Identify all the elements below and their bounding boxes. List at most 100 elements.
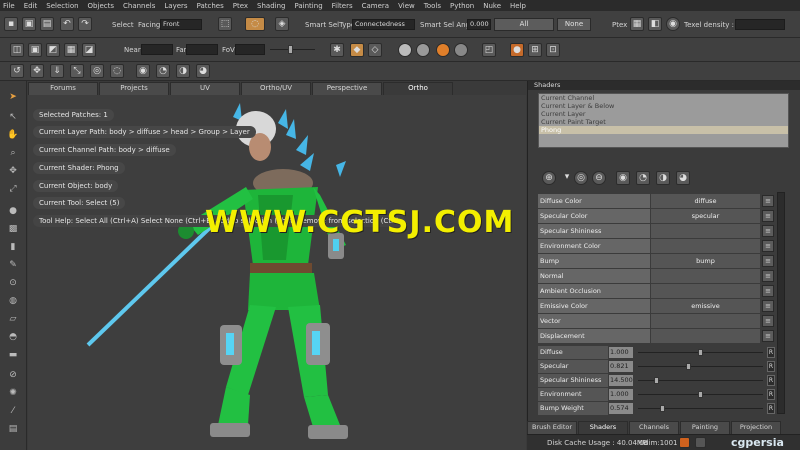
hide-selected-icon[interactable]: ◑ xyxy=(176,64,190,78)
param-slider-handle[interactable] xyxy=(653,377,659,384)
pin-icon[interactable]: ✎ xyxy=(6,259,20,273)
move-icon[interactable]: ✥ xyxy=(30,64,44,78)
channel-value[interactable]: emissive xyxy=(651,299,760,313)
orbit-icon[interactable]: ◎ xyxy=(90,64,104,78)
param-value[interactable]: 1.000 xyxy=(609,347,633,358)
fov-slider-handle[interactable] xyxy=(288,45,293,54)
facing-dropdown[interactable]: Front xyxy=(160,19,202,30)
fov-input[interactable] xyxy=(235,44,265,55)
tab-ortho[interactable]: Ortho xyxy=(383,82,453,95)
shader-list-item-selected[interactable]: Phong xyxy=(539,126,788,134)
measure-icon[interactable]: ▤ xyxy=(6,423,20,437)
menu-item-camera[interactable]: Camera xyxy=(362,2,389,10)
blur-icon[interactable]: ◍ xyxy=(6,295,20,309)
tab-brush-editor[interactable]: Brush Editor xyxy=(527,421,577,434)
menu-item-edit[interactable]: Edit xyxy=(24,2,38,10)
ptex-toggle-icon[interactable]: ◧ xyxy=(648,17,662,31)
tab-uv[interactable]: UV xyxy=(170,82,240,95)
select-arrow-icon[interactable]: ➤ xyxy=(6,91,20,105)
grid-view-icon[interactable]: ⊞ xyxy=(528,43,542,57)
lasso-select-icon[interactable]: ◌ xyxy=(245,17,265,31)
rotate-icon[interactable]: ↺ xyxy=(10,64,24,78)
channel-menu-icon[interactable]: ≡ xyxy=(762,210,774,222)
snap-icon[interactable]: ⊡ xyxy=(546,43,560,57)
stamp-icon[interactable]: ⊘ xyxy=(6,369,20,383)
smooth-shading-icon[interactable] xyxy=(416,43,430,57)
paint-brush-icon[interactable]: ● xyxy=(6,205,20,219)
lit-shading-icon[interactable] xyxy=(454,43,468,57)
menu-item-patches[interactable]: Patches xyxy=(197,2,224,10)
far-input[interactable] xyxy=(186,44,218,55)
viewport[interactable]: Selected Patches: 1 Current Layer Path: … xyxy=(28,95,526,450)
tab-forums[interactable]: Forums xyxy=(28,82,98,95)
shader-hide-icon[interactable]: ◔ xyxy=(636,171,650,185)
tab-projection[interactable]: Projection xyxy=(731,421,781,434)
channel-menu-icon[interactable]: ≡ xyxy=(762,270,774,282)
near-input[interactable] xyxy=(141,44,173,55)
duplicate-shader-icon[interactable]: ◎ xyxy=(574,171,588,185)
menu-item-layers[interactable]: Layers xyxy=(164,2,187,10)
clone-icon[interactable]: ▮ xyxy=(6,241,20,255)
smart-seltype-dropdown[interactable]: Connectedness xyxy=(352,19,415,30)
param-reset-button[interactable]: R xyxy=(767,389,775,400)
warning-icon[interactable] xyxy=(679,437,690,448)
channel-menu-icon[interactable]: ≡ xyxy=(762,195,774,207)
remove-shader-icon[interactable]: ⊖ xyxy=(592,171,606,185)
camera-icon[interactable]: ◫ xyxy=(10,43,24,57)
shader-list-item[interactable]: Current Paint Target xyxy=(539,118,788,126)
channel-menu-icon[interactable]: ≡ xyxy=(762,285,774,297)
menu-item-view[interactable]: View xyxy=(398,2,415,10)
notification-icon[interactable] xyxy=(695,437,706,448)
param-slider-handle[interactable] xyxy=(660,405,665,412)
param-reset-button[interactable]: R xyxy=(767,403,775,414)
tab-shaders[interactable]: Shaders xyxy=(578,421,628,434)
hand-icon[interactable]: ✋ xyxy=(6,129,20,143)
select-all-button[interactable]: All xyxy=(494,18,554,31)
lighting-icon[interactable]: ✱ xyxy=(330,43,344,57)
save-file-icon[interactable]: ▤ xyxy=(40,17,54,31)
channel-value[interactable] xyxy=(651,329,760,343)
shader-list-item[interactable]: Current Layer xyxy=(539,110,788,118)
zoom-icon[interactable]: ⌕ xyxy=(6,147,20,161)
menu-item-help[interactable]: Help xyxy=(510,2,526,10)
channel-menu-icon[interactable]: ≡ xyxy=(762,255,774,267)
menu-item-painting[interactable]: Painting xyxy=(294,2,322,10)
menu-item-ptex[interactable]: Ptex xyxy=(233,2,248,10)
dodge-icon[interactable]: ✺ xyxy=(6,387,20,401)
eyedropper-icon[interactable]: ⁄ xyxy=(6,405,20,419)
menu-item-filters[interactable]: Filters xyxy=(332,2,353,10)
smear-icon[interactable]: ⊙ xyxy=(6,277,20,291)
channel-menu-icon[interactable]: ≡ xyxy=(762,225,774,237)
camera-reset-icon[interactable]: ◪ xyxy=(82,43,96,57)
tab-painting[interactable]: Painting xyxy=(680,421,730,434)
menu-item-channels[interactable]: Channels xyxy=(123,2,155,10)
pivot-icon[interactable]: ◌ xyxy=(110,64,124,78)
shader-isolate-icon[interactable]: ◕ xyxy=(676,171,690,185)
visibility-icon[interactable]: ◉ xyxy=(136,64,150,78)
patch-select-icon[interactable]: ◈ xyxy=(275,17,289,31)
tab-projects[interactable]: Projects xyxy=(99,82,169,95)
paint-bucket-icon[interactable]: ▩ xyxy=(6,223,20,237)
tab-perspective[interactable]: Perspective xyxy=(312,82,382,95)
channel-menu-icon[interactable]: ≡ xyxy=(762,330,774,342)
flat-shading-icon[interactable] xyxy=(398,43,412,57)
menu-item-objects[interactable]: Objects xyxy=(88,2,114,10)
redo-icon[interactable]: ↷ xyxy=(78,17,92,31)
add-shader-icon[interactable]: ⊕ xyxy=(542,171,556,185)
record-icon[interactable]: ● xyxy=(510,43,524,57)
channel-value[interactable] xyxy=(651,284,760,298)
channel-menu-icon[interactable]: ≡ xyxy=(762,240,774,252)
param-reset-button[interactable]: R xyxy=(767,375,775,386)
menu-item-file[interactable]: File xyxy=(3,2,15,10)
sharpen-icon[interactable]: ◓ xyxy=(6,331,20,345)
undo-icon[interactable]: ↶ xyxy=(60,17,74,31)
param-slider-handle[interactable] xyxy=(697,349,703,356)
shader-list-item[interactable]: Current Channel xyxy=(539,94,788,102)
shader-list[interactable]: Current Channel Current Layer & Below Cu… xyxy=(538,93,789,148)
channel-value[interactable]: diffuse xyxy=(651,194,760,208)
param-slider-handle[interactable] xyxy=(686,363,692,370)
channel-value[interactable] xyxy=(651,239,760,253)
channel-menu-icon[interactable]: ≡ xyxy=(762,300,774,312)
camera-bookmark-icon[interactable]: ◩ xyxy=(46,43,60,57)
shaders-scrollbar[interactable] xyxy=(777,192,785,414)
